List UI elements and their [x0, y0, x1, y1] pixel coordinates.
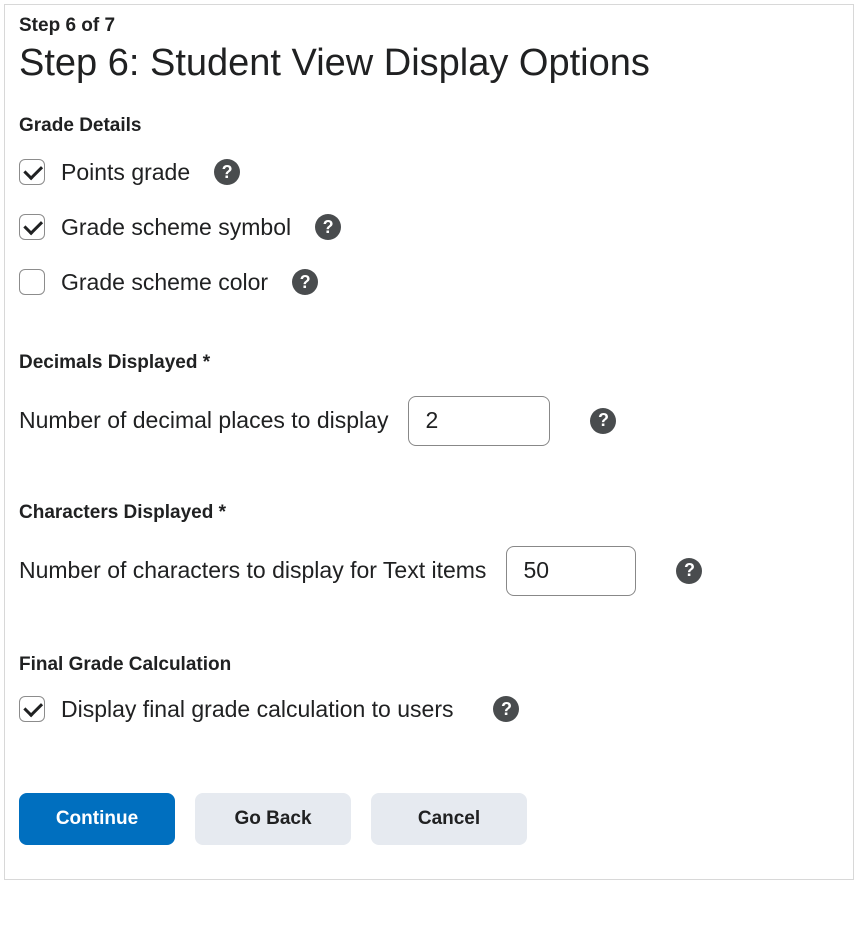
wizard-panel: Step 6 of 7 Step 6: Student View Display… — [4, 4, 854, 880]
final-grade-row: Display final grade calculation to users — [19, 696, 839, 723]
grade-scheme-symbol-row: Grade scheme symbol — [19, 214, 839, 241]
points-grade-checkbox[interactable] — [19, 159, 45, 185]
decimals-heading: Decimals Displayed * — [19, 352, 839, 374]
final-grade-checkbox[interactable] — [19, 696, 45, 722]
decimals-input[interactable] — [408, 396, 550, 446]
decimals-row: Number of decimal places to display — [19, 396, 839, 446]
page-title: Step 6: Student View Display Options — [19, 41, 839, 87]
grade-scheme-color-row: Grade scheme color — [19, 269, 839, 296]
characters-input[interactable] — [506, 546, 636, 596]
decimals-label: Number of decimal places to display — [19, 407, 388, 434]
grade-scheme-symbol-checkbox[interactable] — [19, 214, 45, 240]
grade-scheme-symbol-label: Grade scheme symbol — [61, 214, 291, 241]
final-grade-heading: Final Grade Calculation — [19, 654, 839, 676]
help-icon[interactable] — [590, 408, 616, 434]
step-indicator: Step 6 of 7 — [19, 15, 839, 37]
help-icon[interactable] — [315, 214, 341, 240]
help-icon[interactable] — [292, 269, 318, 295]
final-grade-label: Display final grade calculation to users — [61, 696, 453, 723]
points-grade-label: Points grade — [61, 159, 190, 186]
characters-heading: Characters Displayed * — [19, 502, 839, 524]
grade-details-heading: Grade Details — [19, 115, 839, 137]
button-row: Continue Go Back Cancel — [19, 793, 839, 845]
continue-button[interactable]: Continue — [19, 793, 175, 845]
grade-scheme-color-label: Grade scheme color — [61, 269, 268, 296]
grade-scheme-color-checkbox[interactable] — [19, 269, 45, 295]
characters-label: Number of characters to display for Text… — [19, 557, 486, 584]
help-icon[interactable] — [676, 558, 702, 584]
points-grade-row: Points grade — [19, 159, 839, 186]
characters-row: Number of characters to display for Text… — [19, 546, 839, 596]
help-icon[interactable] — [214, 159, 240, 185]
help-icon[interactable] — [493, 696, 519, 722]
go-back-button[interactable]: Go Back — [195, 793, 351, 845]
cancel-button[interactable]: Cancel — [371, 793, 527, 845]
